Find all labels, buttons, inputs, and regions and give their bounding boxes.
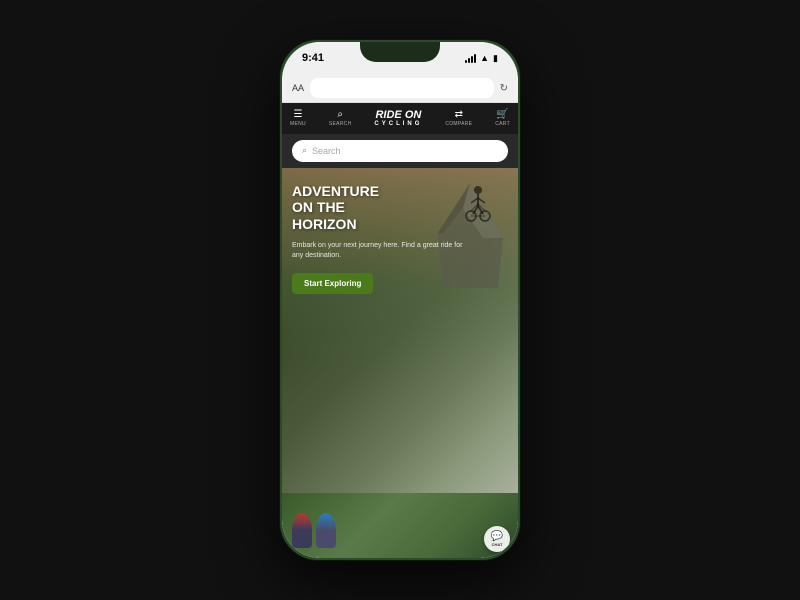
- chat-icon: 💬: [491, 531, 503, 542]
- chat-label: CHAT: [492, 542, 503, 547]
- nav-cart-label: CART: [495, 121, 510, 127]
- search-bar-wrapper: ⌕ Search: [282, 134, 518, 168]
- nav-menu-label: MENU: [290, 121, 306, 127]
- wifi-icon: ▲: [480, 53, 489, 63]
- nav-compare-label: COMPARE: [445, 121, 472, 127]
- cyclist-figure-2: [316, 513, 336, 548]
- hero-title: ADVENTURE ON THE HORIZON: [292, 183, 468, 233]
- browser-url-bar[interactable]: [310, 78, 494, 98]
- nav-logo[interactable]: RIDE ON CYCLING: [374, 109, 422, 128]
- menu-icon: ☰: [293, 109, 302, 120]
- nav-compare[interactable]: ⇄ COMPARE: [445, 109, 472, 127]
- chat-button[interactable]: 💬 CHAT: [484, 526, 510, 552]
- nav-search-label: SEARCH: [329, 121, 352, 127]
- notch: [360, 42, 440, 62]
- hero-content: ADVENTURE ON THE HORIZON Embark on your …: [292, 183, 468, 294]
- nav-cart[interactable]: 🛒 CART: [495, 109, 510, 127]
- battery-icon: ▮: [493, 53, 498, 64]
- hero-subtitle: Embark on your next journey here. Find a…: [292, 241, 468, 261]
- status-time: 9:41: [302, 52, 324, 64]
- signal-icon: [465, 54, 476, 63]
- phone-shell: 9:41 ▲ ▮ AA ↻ ☰ MENU: [280, 40, 520, 560]
- browser-bar: AA ↻: [282, 74, 518, 103]
- thumbnail-image: 💬 CHAT: [282, 493, 518, 558]
- nav-menu[interactable]: ☰ MENU: [290, 109, 306, 127]
- bottom-section: 💬 CHAT: [282, 493, 518, 558]
- thumbnail-cyclists: [292, 513, 336, 548]
- browser-aa-label[interactable]: AA: [292, 83, 304, 93]
- hero-section: ADVENTURE ON THE HORIZON Embark on your …: [282, 168, 518, 493]
- compare-icon: ⇄: [455, 109, 463, 120]
- nav-search[interactable]: ⌕ SEARCH: [329, 109, 352, 127]
- search-bar-icon: ⌕: [302, 145, 307, 156]
- cyclist-figure-1: [292, 513, 312, 548]
- cart-icon: 🛒: [496, 109, 508, 120]
- site-logo: RIDE ON CYCLING: [374, 109, 422, 128]
- search-input[interactable]: Search: [312, 146, 341, 156]
- search-bar[interactable]: ⌕ Search: [292, 140, 508, 162]
- search-icon: ⌕: [337, 109, 343, 120]
- phone-screen: 9:41 ▲ ▮ AA ↻ ☰ MENU: [282, 42, 518, 558]
- status-icons: ▲ ▮: [465, 53, 498, 64]
- browser-refresh-icon[interactable]: ↻: [500, 83, 508, 94]
- site-nav: ☰ MENU ⌕ SEARCH RIDE ON CYCLING ⇄ COMPAR…: [282, 103, 518, 134]
- explore-button[interactable]: Start Exploring: [292, 273, 373, 294]
